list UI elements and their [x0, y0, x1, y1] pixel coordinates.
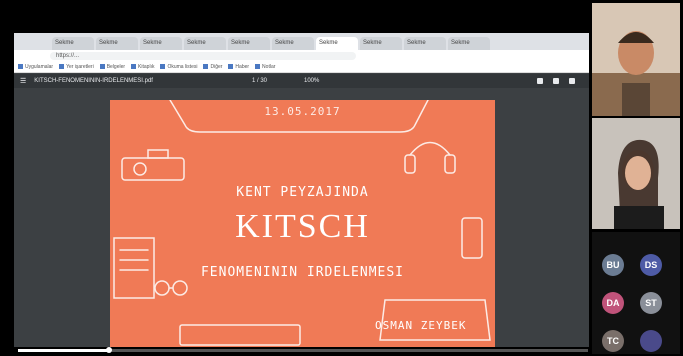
print-icon[interactable]: [553, 78, 559, 84]
progress-fill: [18, 349, 110, 352]
page-indicator[interactable]: 1 / 30: [252, 78, 267, 84]
video-progress-bar[interactable]: [18, 347, 588, 353]
participant-avatar[interactable]: [640, 330, 662, 352]
browser-tab[interactable]: Sekme: [140, 37, 182, 50]
slide-title: KITSCH: [235, 208, 370, 245]
bookmark-item[interactable]: Haber: [228, 64, 249, 70]
participant-avatar[interactable]: DS: [640, 254, 662, 276]
meeting-window: Sekme Sekme Sekme Sekme Sekme Sekme Sekm…: [0, 0, 683, 356]
slide-subtitle-bottom: FENOMENININ IRDELENMESI: [200, 265, 404, 280]
browser-tab[interactable]: Sekme: [96, 37, 138, 50]
participant-avatar[interactable]: DA: [602, 292, 624, 314]
zoom-level[interactable]: 100%: [304, 78, 319, 84]
participant-video-2: [592, 118, 680, 229]
bookmarks-bar: Uygulamalar Yer işaretleri Belgeler Kita…: [14, 62, 589, 73]
person-avatar-icon: [592, 3, 680, 116]
more-icon[interactable]: [569, 78, 575, 84]
url-input[interactable]: https://...: [50, 52, 356, 60]
browser-tab[interactable]: Sekme: [184, 37, 226, 50]
browser-tab[interactable]: Sekme: [448, 37, 490, 50]
download-icon[interactable]: [537, 78, 543, 84]
bookmark-item[interactable]: Yer işaretleri: [59, 64, 94, 70]
bookmark-item[interactable]: Diğer: [203, 64, 222, 70]
participant-avatar[interactable]: ST: [640, 292, 662, 314]
headphones-doodle: [409, 141, 451, 156]
person-avatar-icon: [592, 118, 680, 229]
participant-avatar[interactable]: BU: [602, 254, 624, 276]
camera-doodle: [121, 157, 185, 181]
participant-avatar[interactable]: TC: [602, 330, 624, 352]
browser-tab[interactable]: Sekme: [52, 37, 94, 50]
slide-subtitle-top: KENT PEYZAJINDA: [236, 185, 369, 200]
browser-tab[interactable]: Sekme: [360, 37, 402, 50]
bookmark-item[interactable]: Uygulamalar: [18, 64, 53, 70]
browser-tab-bar: Sekme Sekme Sekme Sekme Sekme Sekme Sekm…: [14, 33, 589, 50]
browser-tab-active[interactable]: Sekme: [316, 37, 358, 50]
shared-screen: Sekme Sekme Sekme Sekme Sekme Sekme Sekm…: [14, 33, 589, 347]
progress-knob[interactable]: [106, 347, 113, 353]
document-title: KITSCH-FENOMENININ-IRDELENMESI.pdf: [34, 78, 153, 84]
participants-grid: BU DS DA ST TC: [592, 232, 680, 354]
glasses-doodle: [154, 280, 170, 296]
bookmark-item[interactable]: Okuma listesi: [160, 64, 197, 70]
address-bar: https://...: [14, 50, 589, 62]
menu-icon[interactable]: ☰: [20, 77, 26, 85]
slide-author: OSMAN ZEYBEK: [375, 319, 467, 332]
bookmark-item[interactable]: Belgeler: [100, 64, 125, 70]
pdf-toolbar: ☰ KITSCH-FENOMENININ-IRDELENMESI.pdf 1 /…: [14, 74, 589, 88]
bookmark-item[interactable]: Notlar: [255, 64, 275, 70]
bookmark-item[interactable]: Kitaplık: [131, 64, 154, 70]
slide-date: 13.05.2017: [264, 105, 341, 118]
browser-tab[interactable]: Sekme: [272, 37, 314, 50]
keyboard-doodle: [179, 324, 301, 346]
participant-video-1: [592, 3, 680, 116]
browser-tab[interactable]: Sekme: [228, 37, 270, 50]
browser-tab[interactable]: Sekme: [404, 37, 446, 50]
presentation-slide: 13.05.2017 KENT PEYZAJINDA KITSCH FENOME…: [110, 100, 495, 347]
